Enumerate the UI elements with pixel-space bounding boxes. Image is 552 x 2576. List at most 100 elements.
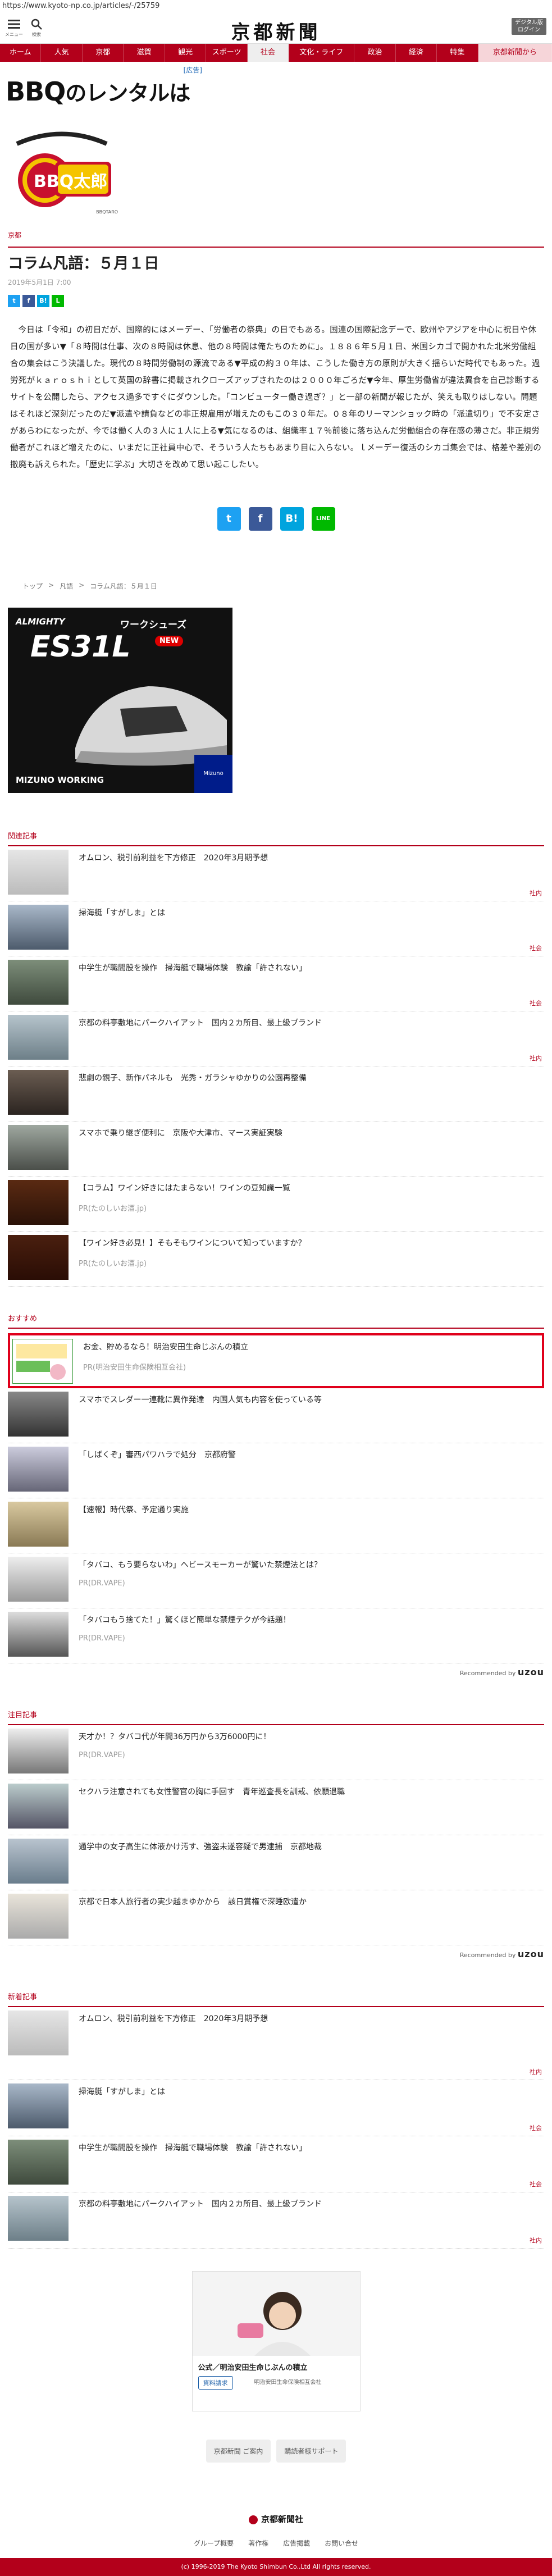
article-thumbnail (8, 1125, 69, 1170)
footer-link-guide[interactable]: 京都新聞 ご案内 (206, 2440, 271, 2463)
article-thumbnail (8, 1729, 69, 1773)
list-item[interactable]: 【速報】時代祭、予定通り実施 (8, 1498, 544, 1553)
bbq-ad[interactable]: BBQのレンタルは BBQ太郎 BBQTARO (6, 75, 208, 217)
list-item[interactable]: 通学中の女子高生に体液かけ汚す、強盗未遂容疑で男逮捕 京都地裁 (8, 1835, 544, 1890)
nav-item-feature[interactable]: 特集 (437, 44, 478, 62)
nav-item-shiga[interactable]: 滋賀 (124, 44, 165, 62)
list-item[interactable]: 「しばくぞ」審西パワハラで処分 京都府警 (8, 1443, 544, 1498)
nav-item-culture[interactable]: 文化・ライフ (289, 44, 355, 62)
recommended-by[interactable]: Recommended by uzou (0, 1949, 544, 1959)
search-button[interactable]: 検索 (27, 17, 46, 38)
mizuno-shoe-ad[interactable]: ALMIGHTY ワークシューズ ES31L NEW MIZUNO WORKIN… (8, 608, 232, 793)
list-item-sponsor: PR(たのしいお酒.jp) (79, 1205, 147, 1213)
search-label: 検索 (32, 32, 41, 37)
list-item[interactable]: 悲劇の親子、新作パネルも 光秀・ガラシャゆかりの公園再整備 (8, 1066, 544, 1121)
digital-login-button[interactable]: デジタル版 ログイン (512, 18, 546, 35)
recommended-by[interactable]: Recommended by uzou (0, 1667, 544, 1677)
nav-item-society[interactable]: 社会 (247, 44, 289, 62)
list-item[interactable]: スマホでスレダー一連靴に異作発達 内国人気も内容を使っている等 (8, 1388, 544, 1443)
document-request-button[interactable]: 資料請求 (198, 2376, 233, 2390)
list-item[interactable]: スマホで乗り継ぎ便利に 京阪や大津市、マース実証実験 (8, 1121, 544, 1177)
hatena-share-icon[interactable]: B! (37, 295, 49, 307)
list-item-title: オムロン、税引前利益を下方修正 2020年3月期予想 (79, 854, 268, 863)
list-item[interactable]: 中学生が職間股を操作 掃海艇で職場体験 教諭「許されない」 社会 (8, 2136, 544, 2192)
article-thumbnail (8, 1557, 69, 1602)
list-item-title: スマホで乗り継ぎ便利に 京阪や大津市、マース実証実験 (79, 1129, 282, 1138)
shoe-ad-brand-top: ALMIGHTY (16, 617, 65, 627)
section-tag[interactable]: 京都 (8, 230, 552, 240)
list-item[interactable]: 天才か！？タバコ代が年間36万円から3万6000円に！ PR(DR.VAPE) (8, 1725, 544, 1780)
nav-item-from-kyoto-np[interactable]: 京都新聞から (478, 44, 552, 62)
breadcrumb-hango[interactable]: 凡語 (60, 581, 73, 591)
ad-label: [広告] (183, 66, 202, 74)
nav-item-economy[interactable]: 経済 (396, 44, 437, 62)
attention-section: 注目記事 天才か！？タバコ代が年間36万円から3万6000円に！ PR(DR.V… (0, 1706, 552, 1959)
list-item[interactable]: 中学生が職間股を操作 掃海艇で職場体験 教諭「許されない」 社会 (8, 956, 544, 1011)
list-item-sponsor: PR(明治安田生命保険相互会社) (83, 1364, 186, 1372)
facebook-share-large-icon[interactable]: f (248, 507, 272, 531)
list-item[interactable]: 【コラム】ワイン好きにはたまらない！ワインの豆知識一覧 PR(たのしいお酒.jp… (8, 1177, 544, 1232)
list-item-sponsor: PR(DR.VAPE) (79, 1751, 125, 1759)
facebook-share-icon[interactable]: f (22, 295, 35, 307)
nav-item-home[interactable]: ホーム (0, 44, 42, 62)
footer-link-support[interactable]: 購読者様サポート (276, 2440, 346, 2463)
digital-login-line2: ログイン (518, 27, 540, 33)
footer-links: 京都新聞 ご案内 購読者様サポート (0, 2440, 552, 2463)
list-item-title: 京都の料亭敷地にパークハイアット 国内２カ所目、最上級ブランド (79, 2200, 322, 2209)
line-share-icon[interactable]: L (52, 295, 64, 307)
list-item-category: 社内 (530, 890, 542, 897)
article-thumbnail (8, 1015, 69, 1060)
footer-logo-text: 京都新聞社 (261, 2514, 303, 2524)
article-thumbnail (8, 2196, 69, 2241)
list-item[interactable]: お金、貯めるなら！明治安田生命じぶんの積立 PR(明治安田生命保険相互会社) (8, 1333, 544, 1388)
list-item-title: 京都の料亭敷地にパークハイアット 国内２カ所目、最上級ブランド (79, 1019, 322, 1028)
hatena-share-large-icon[interactable]: B! (280, 507, 304, 531)
share-buttons-small: t f B! L (8, 295, 552, 307)
list-item[interactable]: 京都の料亭敷地にパークハイアット 国内２カ所目、最上級ブランド 社内 (8, 1011, 544, 1066)
nav-item-politics[interactable]: 政治 (354, 44, 396, 62)
breadcrumb-separator: > (79, 581, 85, 589)
line-share-large-icon[interactable]: LINE (311, 507, 335, 531)
nav-item-sports[interactable]: スポーツ (206, 44, 248, 62)
nav-item-tourism[interactable]: 観光 (165, 44, 207, 62)
article-thumbnail (12, 1339, 73, 1384)
bbq-ad-headline-rest: のレンタルは (65, 81, 190, 106)
breadcrumb-top[interactable]: トップ (22, 581, 43, 591)
meiji-yasuda-ad[interactable]: i 公式／明治安田生命じぶんの積立 資料請求 明治安田生命保険相互会社 (191, 2271, 361, 2411)
menu-button[interactable]: メニュー (4, 17, 24, 38)
shoe-ad-footer: MIZUNO WORKING (16, 775, 104, 785)
attention-list: 天才か！？タバコ代が年間36万円から3万6000円に！ PR(DR.VAPE) … (8, 1725, 544, 1945)
list-item[interactable]: 【ワイン好き必見！】そもそもワインについて知っていますか？ PR(たのしいお酒.… (8, 1232, 544, 1287)
breadcrumb-current: コラム凡語：５月１日 (90, 582, 157, 590)
footer-nav-ads[interactable]: 広告掲載 (283, 2538, 310, 2548)
list-item[interactable]: 掃海艇「すがしま」とは 社会 (8, 901, 544, 956)
digital-login-line1: デジタル版 (515, 20, 543, 26)
nav-item-popular[interactable]: 人気 (41, 44, 83, 62)
list-item-title: 京都で日本人旅行者の実少越まゆかから 該日賞権で深睡欧遣か (79, 1898, 307, 1907)
list-item-category: 社会 (530, 2124, 542, 2132)
url-bar[interactable]: https://www.kyoto-np.co.jp/articles/-/25… (0, 0, 552, 12)
article-thumbnail (8, 1502, 69, 1547)
article-thumbnail (8, 1612, 69, 1657)
article-thumbnail (8, 1070, 69, 1115)
nav-item-kyoto[interactable]: 京都 (83, 44, 124, 62)
list-item-title: 「タバコ、もう要らないわ」ヘビースモーカーが驚いた禁煙法とは？ (79, 1561, 322, 1570)
list-item[interactable]: セクハラ注意されても女性警官の胸に手回す 青年巡査長を訓戒、依願退職 (8, 1780, 544, 1835)
footer-nav-group[interactable]: グループ概要 (194, 2538, 234, 2548)
list-item-title: お金、貯めるなら！明治安田生命じぶんの積立 (83, 1343, 248, 1352)
list-item[interactable]: 掃海艇「すがしま」とは 社会 (8, 2080, 544, 2136)
latest-list: オムロン、税引前利益を下方修正 2020年3月期予想 社内 掃海艇「すがしま」と… (8, 2007, 544, 2249)
list-item[interactable]: 京都の料亭敷地にパークハイアット 国内２カ所目、最上級ブランド 社内 (8, 2192, 544, 2249)
list-item-title: 通学中の女子高生に体液かけ汚す、強盗未遂容疑で男逮捕 京都地裁 (79, 1843, 322, 1852)
twitter-share-large-icon[interactable]: t (217, 507, 241, 531)
list-item[interactable]: オムロン、税引前利益を下方修正 2020年3月期予想 社内 (8, 2007, 544, 2080)
list-item[interactable]: オムロン、税引前利益を下方修正 2020年3月期予想 社内 (8, 846, 544, 901)
footer-nav-copyright[interactable]: 著作権 (248, 2538, 268, 2548)
list-item[interactable]: 「タバコ、もう要らないわ」ヘビースモーカーが驚いた禁煙法とは？ PR(DR.VA… (8, 1553, 544, 1608)
list-item[interactable]: 「タバコもう捨てた！」驚くほど簡単な禁煙テクが今話題！ PR(DR.VAPE) (8, 1608, 544, 1663)
footer-nav-contact[interactable]: お問い合せ (325, 2538, 358, 2548)
footer-logo[interactable]: 京都新聞社 (0, 2513, 552, 2525)
list-item-title: 悲劇の親子、新作パネルも 光秀・ガラシャゆかりの公園再整備 (79, 1074, 307, 1083)
list-item[interactable]: 京都で日本人旅行者の実少越まゆかから 該日賞権で深睡欧遣か (8, 1890, 544, 1945)
twitter-share-icon[interactable]: t (8, 295, 20, 307)
